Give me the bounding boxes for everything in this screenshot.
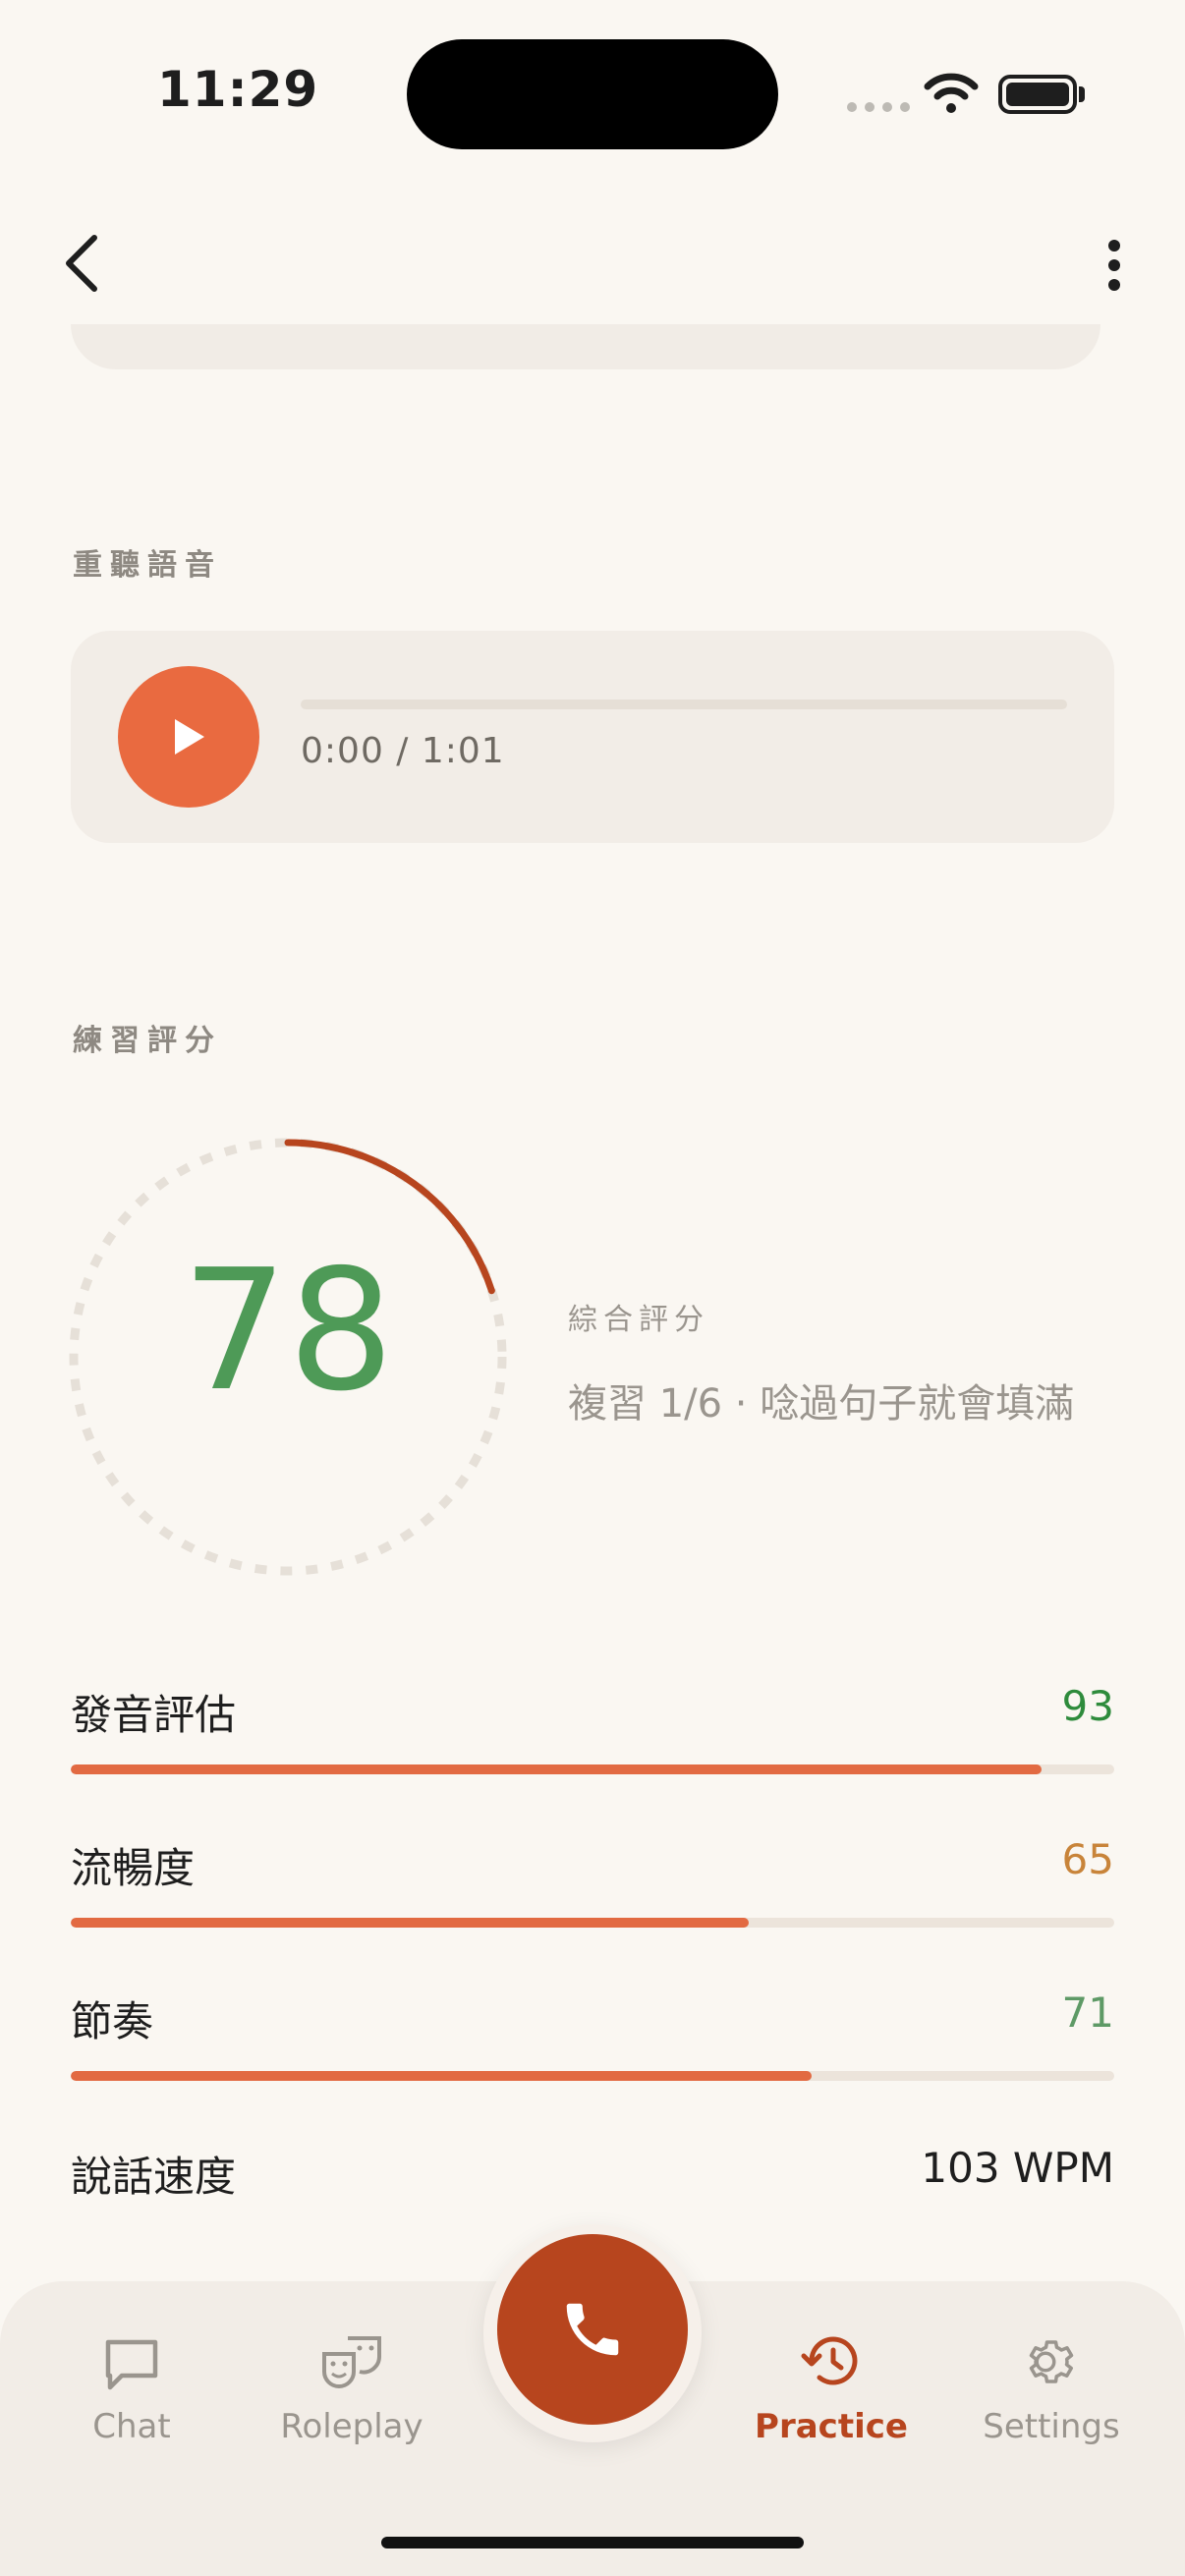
metric-value-pronunciation: 93 [1061,1682,1114,1730]
wifi-icon [924,73,979,113]
audio-progress-track[interactable] [301,700,1067,709]
overall-score-subtitle: 複習 1/6 · 唸過句子就會填滿 [568,1381,1075,1427]
phone-icon [566,2303,619,2356]
more-options-icon[interactable] [1100,240,1128,295]
metric-bar-pronunciation [71,1764,1114,1774]
status-time: 11:29 [157,61,319,118]
gear-icon [1029,2340,1074,2383]
overall-score-label: 綜合評分 [568,1303,709,1337]
battery-tip [1079,86,1085,102]
tab-label: Practice [755,2407,908,2446]
cellular-signal-icon [847,102,910,112]
replay-section-label: 重聽語音 [73,548,222,583]
metric-bar-fill [71,1918,750,1928]
tab-practice[interactable]: Practice [723,2321,939,2446]
dynamic-island [407,39,778,149]
audio-time: 0:00 / 1:01 [301,731,505,771]
masks-icon [322,2336,381,2388]
tab-label: Settings [983,2407,1120,2446]
play-button[interactable] [118,666,259,808]
back-arrow-icon[interactable] [59,232,102,295]
metric-bar-rhythm [71,2071,1114,2081]
score-section-label: 練習評分 [73,1024,222,1058]
call-button[interactable] [497,2234,688,2425]
tab-chat[interactable]: Chat [24,2321,240,2446]
metric-bar-fill [71,2071,813,2081]
home-indicator [381,2537,804,2548]
metric-bar-fluency [71,1918,1114,1928]
play-icon [175,719,204,755]
tab-label: Chat [92,2407,171,2446]
metric-label-fluency: 流暢度 [71,1844,196,1892]
metric-value-rhythm: 71 [1061,1988,1114,2037]
battery-icon [998,75,1077,114]
overall-score-value: 78 [181,1234,395,1428]
previous-card-edge [71,324,1100,369]
metric-label-rhythm: 節奏 [71,1997,154,2045]
speed-value: 103 WPM [921,2144,1114,2192]
metric-bar-fill [71,1764,1042,1774]
speed-label: 說話速度 [71,2153,237,2201]
metric-label-pronunciation: 發音評估 [71,1691,237,1739]
history-icon [801,2336,858,2385]
chat-icon [105,2339,158,2390]
tab-settings[interactable]: Settings [943,2321,1159,2446]
tab-label: Roleplay [280,2407,423,2446]
metric-value-fluency: 65 [1061,1835,1114,1883]
tab-roleplay[interactable]: Roleplay [244,2321,460,2446]
